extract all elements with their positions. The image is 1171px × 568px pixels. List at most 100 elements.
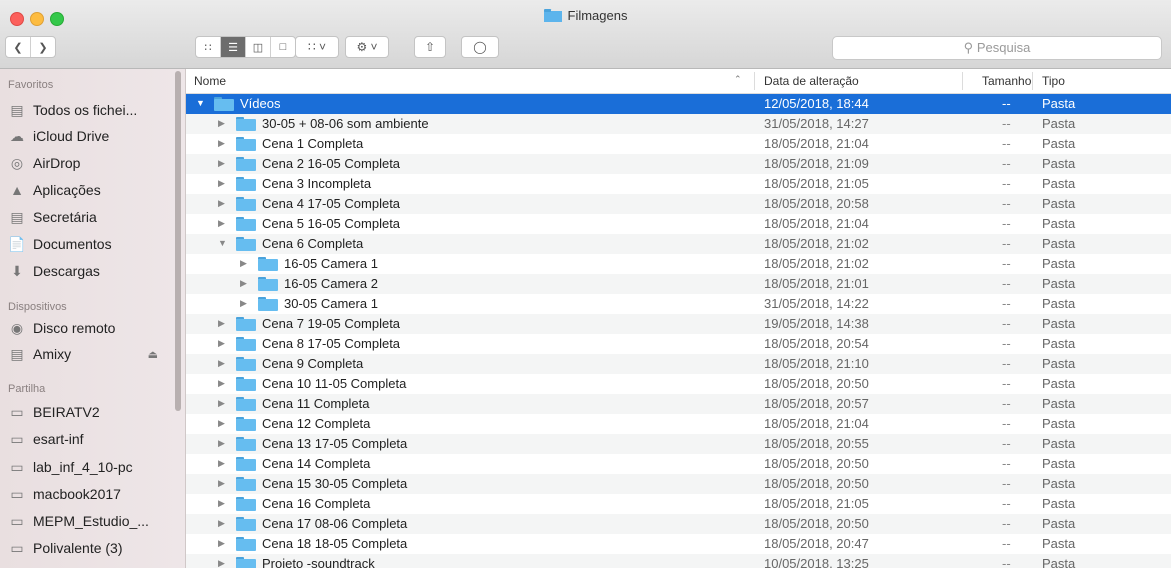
- sidebar-item-all-files[interactable]: ▤ Todos os fichei...: [8, 99, 178, 121]
- column-header-name[interactable]: Nome: [194, 74, 226, 88]
- table-row[interactable]: ▶ 30-05 Camera 1 31/05/2018, 14:22 -- Pasta: [186, 294, 1171, 314]
- share-button[interactable]: ⇧: [414, 36, 446, 58]
- gallery-view-button[interactable]: □: [271, 37, 295, 57]
- disclosure-collapsed-icon[interactable]: ▶: [218, 378, 225, 389]
- table-row[interactable]: ▶ Projeto -soundtrack 10/05/2018, 13:25 -- P…: [186, 554, 1171, 568]
- table-row[interactable]: ▶ Cena 8 17-05 Completa 18/05/2018, 20:54 -…: [186, 334, 1171, 354]
- file-size: --: [1002, 96, 1011, 111]
- disclosure-collapsed-icon[interactable]: ▶: [218, 118, 225, 129]
- disclosure-collapsed-icon[interactable]: ▶: [218, 418, 225, 429]
- sidebar-item-airdrop[interactable]: ◎ AirDrop: [8, 152, 178, 174]
- eject-icon[interactable]: ⏏: [148, 348, 158, 361]
- disclosure-collapsed-icon[interactable]: ▶: [218, 338, 225, 349]
- sidebar-item-macbook2017[interactable]: ▭ macbook2017: [8, 483, 178, 505]
- disclosure-collapsed-icon[interactable]: ▶: [218, 518, 225, 529]
- disclosure-collapsed-icon[interactable]: ▶: [218, 498, 225, 509]
- table-row[interactable]: ▶ Cena 2 16-05 Completa 18/05/2018, 21:09 -…: [186, 154, 1171, 174]
- sidebar-item-icloud-drive[interactable]: ☁ iCloud Drive: [8, 125, 178, 147]
- folder-icon: [236, 157, 256, 171]
- sidebar-item-polivalente[interactable]: ▭ Polivalente (3): [8, 537, 178, 559]
- sidebar-item-amixy[interactable]: ▤ Amixy ⏏: [8, 343, 178, 365]
- table-row[interactable]: ▶ Cena 17 08-06 Completa 18/05/2018, 20:50…: [186, 514, 1171, 534]
- table-row[interactable]: ▼ Vídeos 12/05/2018, 18:44 -- Pasta: [186, 94, 1171, 114]
- sidebar-item-label: iCloud Drive: [33, 128, 110, 144]
- table-row[interactable]: ▶ Cena 5 16-05 Completa 18/05/2018, 21:04 -…: [186, 214, 1171, 234]
- disclosure-expanded-icon[interactable]: ▼: [218, 238, 227, 248]
- table-row[interactable]: ▶ 16-05 Camera 1 18/05/2018, 21:02 -- Pasta: [186, 254, 1171, 274]
- sidebar-item-downloads[interactable]: ⬇ Descargas: [8, 260, 178, 282]
- folder-icon: [236, 417, 256, 431]
- column-header-kind[interactable]: Tipo: [1042, 74, 1065, 88]
- forward-button[interactable]: ❯: [31, 37, 55, 57]
- file-size: --: [1002, 216, 1011, 231]
- table-row[interactable]: ▶ Cena 4 17-05 Completa 18/05/2018, 20:58 -…: [186, 194, 1171, 214]
- disclosure-collapsed-icon[interactable]: ▶: [218, 178, 225, 189]
- table-row[interactable]: ▶ Cena 16 Completa 18/05/2018, 21:05 -- Past…: [186, 494, 1171, 514]
- table-row[interactable]: ▶ Cena 18 18-05 Completa 18/05/2018, 20:47…: [186, 534, 1171, 554]
- drive-icon: ▤: [10, 345, 24, 362]
- back-button[interactable]: ❮: [6, 37, 31, 57]
- column-divider[interactable]: [962, 72, 963, 90]
- table-row[interactable]: ▶ 16-05 Camera 2 18/05/2018, 21:01 -- Pasta: [186, 274, 1171, 294]
- table-row[interactable]: ▶ Cena 10 11-05 Completa 18/05/2018, 20:50…: [186, 374, 1171, 394]
- icon-view-button[interactable]: ∷: [196, 37, 221, 57]
- sidebar-item-lab-inf[interactable]: ▭ lab_inf_4_10-pc: [8, 456, 178, 478]
- table-row[interactable]: ▶ Cena 14 Completa 18/05/2018, 20:50 -- Past…: [186, 454, 1171, 474]
- column-view-button[interactable]: ◫: [246, 37, 271, 57]
- disclosure-collapsed-icon[interactable]: ▶: [218, 138, 225, 149]
- sidebar-item-mepm-estudio[interactable]: ▭ MEPM_Estudio_...: [8, 510, 178, 532]
- sidebar-item-label: Todos os fichei...: [33, 102, 138, 118]
- sidebar-item-beiratv2[interactable]: ▭ BEIRATV2: [8, 401, 178, 423]
- column-header-size[interactable]: Tamanho: [982, 74, 1031, 88]
- disclosure-expanded-icon[interactable]: ▼: [196, 98, 205, 108]
- file-name: 16-05 Camera 2: [284, 276, 378, 291]
- disclosure-collapsed-icon[interactable]: ▶: [240, 258, 247, 269]
- disclosure-collapsed-icon[interactable]: ▶: [218, 538, 225, 549]
- sort-ascending-icon: ⌃: [734, 74, 742, 84]
- file-kind: Pasta: [1042, 436, 1076, 451]
- disclosure-collapsed-icon[interactable]: ▶: [218, 438, 225, 449]
- table-row[interactable]: ▶ Cena 11 Completa 18/05/2018, 20:57 -- Past…: [186, 394, 1171, 414]
- table-row[interactable]: ▶ 30-05 + 08-06 som ambiente 31/05/2018, 1…: [186, 114, 1171, 134]
- table-row[interactable]: ▼ Cena 6 Completa 18/05/2018, 21:02 -- Pasta: [186, 234, 1171, 254]
- computer-icon: ▭: [10, 512, 24, 529]
- sidebar-item-applications[interactable]: ▲ Aplicações: [8, 179, 178, 201]
- table-row[interactable]: ▶ Cena 15 30-05 Completa 18/05/2018, 20:50…: [186, 474, 1171, 494]
- column-divider[interactable]: [1032, 72, 1033, 90]
- table-row[interactable]: ▶ Cena 3 Incompleta 18/05/2018, 21:05 -- Pas…: [186, 174, 1171, 194]
- group-button[interactable]: ∷ ˅: [295, 36, 339, 58]
- disclosure-collapsed-icon[interactable]: ▶: [240, 298, 247, 309]
- list-view-button[interactable]: ☰: [221, 37, 246, 57]
- disclosure-collapsed-icon[interactable]: ▶: [218, 478, 225, 489]
- disclosure-collapsed-icon[interactable]: ▶: [218, 218, 225, 229]
- column-header-date[interactable]: Data de alteração: [764, 74, 859, 88]
- disclosure-collapsed-icon[interactable]: ▶: [218, 198, 225, 209]
- column-divider[interactable]: [754, 72, 755, 90]
- disclosure-collapsed-icon[interactable]: ▶: [218, 398, 225, 409]
- computer-icon: ▭: [10, 430, 24, 447]
- sidebar-item-esart-inf[interactable]: ▭ esart-inf: [8, 428, 178, 450]
- table-row[interactable]: ▶ Cena 7 19-05 Completa 19/05/2018, 14:38 -…: [186, 314, 1171, 334]
- sidebar-item-desktop[interactable]: ▤ Secretária: [8, 206, 178, 228]
- search-field[interactable]: ⚲ Pesquisa: [832, 36, 1162, 60]
- table-row[interactable]: ▶ Cena 13 17-05 Completa 18/05/2018, 20:55…: [186, 434, 1171, 454]
- disclosure-collapsed-icon[interactable]: ▶: [218, 318, 225, 329]
- file-list: Nome ⌃ Data de alteração Tamanho Tipo ▼ V…: [186, 69, 1171, 568]
- sidebar-item-remote-disc[interactable]: ◉ Disco remoto: [8, 317, 178, 339]
- sidebar-item-label: lab_inf_4_10-pc: [33, 459, 133, 475]
- disclosure-collapsed-icon[interactable]: ▶: [240, 278, 247, 289]
- table-row[interactable]: ▶ Cena 12 Completa 18/05/2018, 21:04 -- Past…: [186, 414, 1171, 434]
- disc-icon: ◉: [10, 319, 24, 336]
- file-name: Cena 15 30-05 Completa: [262, 476, 408, 491]
- disclosure-collapsed-icon[interactable]: ▶: [218, 358, 225, 369]
- file-size: --: [1002, 476, 1011, 491]
- file-date: 19/05/2018, 14:38: [764, 316, 869, 331]
- table-row[interactable]: ▶ Cena 1 Completa 18/05/2018, 21:04 -- Pasta: [186, 134, 1171, 154]
- disclosure-collapsed-icon[interactable]: ▶: [218, 558, 225, 568]
- action-button[interactable]: ⚙ ˅: [345, 36, 389, 58]
- disclosure-collapsed-icon[interactable]: ▶: [218, 158, 225, 169]
- tags-button[interactable]: ◯: [461, 36, 499, 58]
- sidebar-item-documents[interactable]: 📄 Documentos: [8, 233, 178, 255]
- table-row[interactable]: ▶ Cena 9 Completa 18/05/2018, 21:10 -- Pasta: [186, 354, 1171, 374]
- disclosure-collapsed-icon[interactable]: ▶: [218, 458, 225, 469]
